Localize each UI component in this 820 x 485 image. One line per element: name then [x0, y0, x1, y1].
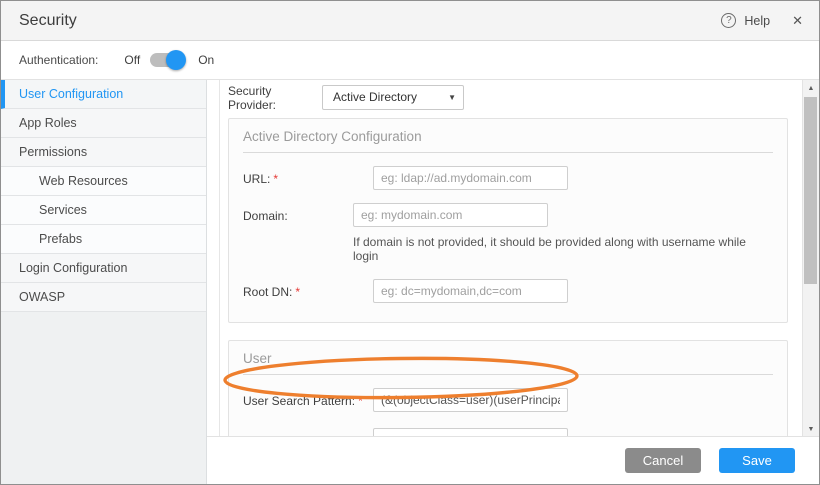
- dialog-body: User Configuration App Roles Permissions…: [1, 79, 819, 484]
- user-search-pattern-input[interactable]: [373, 388, 568, 412]
- authentication-label: Authentication:: [19, 53, 98, 67]
- scroll-up-icon[interactable]: ▲: [803, 81, 819, 97]
- cancel-button[interactable]: Cancel: [625, 448, 701, 473]
- sidebar-item-services[interactable]: Services: [1, 196, 206, 225]
- required-asterisk: *: [358, 394, 363, 408]
- sidebar-item-login-configuration[interactable]: Login Configuration: [1, 254, 206, 283]
- ad-section-title: Active Directory Configuration: [229, 119, 787, 152]
- dialog-footer: Cancel Save: [207, 436, 819, 484]
- test-username-row: Test Username:*: [229, 412, 787, 439]
- user-section: User User Search Pattern:* Test Username…: [228, 340, 788, 439]
- url-input[interactable]: [373, 166, 568, 190]
- close-icon[interactable]: ✕: [792, 13, 803, 29]
- security-provider-row: Security Provider: Active Directory ▼: [228, 85, 788, 110]
- sidebar-item-user-configuration[interactable]: User Configuration: [1, 80, 206, 109]
- rootdn-field-row: Root DN:*: [229, 263, 787, 322]
- authentication-toggle[interactable]: [150, 53, 184, 67]
- content-panel: Security Provider: Active Directory ▼ Ac…: [219, 80, 802, 439]
- sidebar-item-prefabs[interactable]: Prefabs: [1, 225, 206, 254]
- toggle-knob: [166, 50, 186, 70]
- sidebar-item-app-roles[interactable]: App Roles: [1, 109, 206, 138]
- scrollbar-thumb[interactable]: [804, 97, 817, 284]
- security-dialog: Security ? Help ✕ Authentication: Off On…: [0, 0, 820, 485]
- user-search-pattern-label: User Search Pattern:*: [243, 388, 373, 412]
- help-icon[interactable]: ?: [721, 13, 736, 28]
- toggle-off-label: Off: [124, 53, 140, 67]
- save-button[interactable]: Save: [719, 448, 795, 473]
- vertical-scrollbar[interactable]: ▲ ▼: [802, 80, 819, 439]
- authentication-row: Authentication: Off On: [1, 41, 819, 79]
- url-field-row: URL:*: [229, 153, 787, 190]
- rootdn-input[interactable]: [373, 279, 568, 303]
- help-link[interactable]: Help: [744, 14, 770, 28]
- sidebar-item-web-resources[interactable]: Web Resources: [1, 167, 206, 196]
- security-provider-select[interactable]: Active Directory ▼: [322, 85, 464, 110]
- domain-field-row: Domain: If domain is not provided, it sh…: [229, 190, 787, 263]
- sidebar-item-owasp[interactable]: OWASP: [1, 283, 206, 312]
- url-label: URL:*: [243, 166, 373, 190]
- user-search-pattern-row: User Search Pattern:*: [229, 375, 787, 412]
- dialog-header: Security ? Help ✕: [1, 1, 819, 41]
- page-title: Security: [19, 12, 77, 30]
- required-asterisk: *: [295, 285, 300, 299]
- rootdn-label: Root DN:*: [243, 279, 373, 303]
- user-section-title: User: [229, 341, 787, 374]
- security-provider-label: Security Provider:: [228, 84, 322, 112]
- chevron-down-icon: ▼: [448, 86, 456, 109]
- domain-helper-text: If domain is not provided, it should be …: [353, 235, 773, 263]
- ad-configuration-section: Active Directory Configuration URL:* Dom…: [228, 118, 788, 323]
- content-viewport: Security Provider: Active Directory ▼ Ac…: [207, 80, 819, 439]
- required-asterisk: *: [273, 172, 278, 186]
- sidebar: User Configuration App Roles Permissions…: [1, 80, 207, 484]
- sidebar-item-permissions[interactable]: Permissions: [1, 138, 206, 167]
- toggle-on-label: On: [198, 53, 214, 67]
- domain-input[interactable]: [353, 203, 548, 227]
- security-provider-value: Active Directory: [333, 90, 417, 104]
- domain-label: Domain:: [243, 203, 353, 263]
